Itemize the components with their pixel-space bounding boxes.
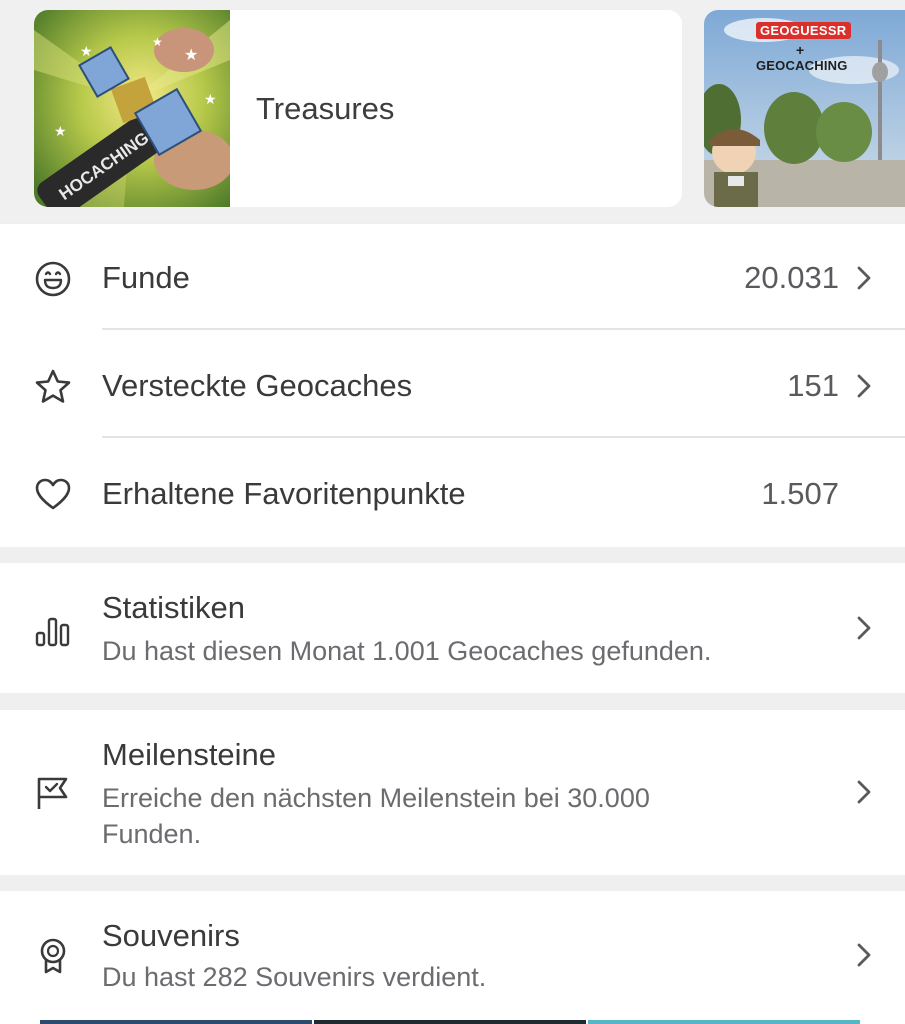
finds-value: 20.031 <box>744 260 839 295</box>
svg-text:★: ★ <box>80 43 93 59</box>
plus-sign: + <box>796 42 805 58</box>
treasures-title: Treasures <box>256 90 395 126</box>
smile-icon <box>35 261 71 297</box>
statistics-subtitle: Du hast diesen Monat 1.001 Geocaches gef… <box>102 636 712 666</box>
svg-text:★: ★ <box>54 123 67 139</box>
statistics-title: Statistiken <box>102 590 246 625</box>
hidden-caches-label: Versteckte Geocaches <box>102 368 413 403</box>
heart-icon <box>35 478 71 510</box>
svg-text:★: ★ <box>204 91 217 107</box>
chevron-right-icon <box>857 266 871 290</box>
statistics-card[interactable]: Statistiken Du hast diesen Monat 1.001 G… <box>0 563 905 693</box>
geoguessr-promo-card[interactable]: GEOGUESSR + GEOCACHING <box>704 10 905 207</box>
bar-chart-icon <box>35 617 70 647</box>
souvenirs-subtitle: Du hast 282 Souvenirs verdient. <box>102 962 487 992</box>
treasures-illustration: HOCACHING ★ ★ ★ ★ ★ <box>34 10 230 207</box>
finds-row[interactable]: Funde 20.031 <box>0 224 905 332</box>
treasures-card[interactable]: HOCACHING ★ ★ ★ ★ ★ Treasures <box>34 10 682 207</box>
divider <box>102 436 905 438</box>
favorite-points-value: 1.507 <box>761 476 839 511</box>
geocaching-logo: GEOCACHING <box>756 58 848 73</box>
award-icon <box>40 938 66 974</box>
chevron-right-icon <box>857 616 871 640</box>
finds-label: Funde <box>102 260 190 295</box>
souvenirs-title: Souvenirs <box>102 918 240 953</box>
divider <box>102 328 905 330</box>
chevron-right-icon <box>857 374 871 398</box>
svg-text:★: ★ <box>184 47 198 64</box>
geoguessr-logo: GEOGUESSR <box>756 22 851 39</box>
geoguessr-illustration <box>704 10 905 207</box>
milestones-subtitle: Erreiche den nächsten Meilenstein bei 30… <box>102 783 650 849</box>
milestones-title: Meilensteine <box>102 737 277 772</box>
stats-group: Funde 20.031 Versteckte Geocaches 151 Er… <box>0 224 905 547</box>
hidden-caches-value: 151 <box>787 368 839 403</box>
favorite-points-label: Erhaltene Favoritenpunkte <box>102 476 466 511</box>
milestones-card[interactable]: Meilensteine Erreiche den nächsten Meile… <box>0 710 905 875</box>
svg-text:★: ★ <box>152 35 163 49</box>
chevron-right-icon <box>857 943 871 967</box>
souvenir-thumbnails-strip <box>40 1020 860 1024</box>
flag-icon <box>37 777 68 809</box>
hidden-caches-row[interactable]: Versteckte Geocaches 151 <box>0 332 905 440</box>
star-icon <box>35 369 71 403</box>
feature-carousel[interactable]: HOCACHING ★ ★ ★ ★ ★ Treasures GEOGUESSR … <box>0 0 905 222</box>
chevron-right-icon <box>857 780 871 804</box>
favorite-points-row: Erhaltene Favoritenpunkte 1.507 <box>0 440 905 548</box>
souvenirs-card[interactable]: Souvenirs Du hast 282 Souvenirs verdient… <box>0 891 905 1024</box>
